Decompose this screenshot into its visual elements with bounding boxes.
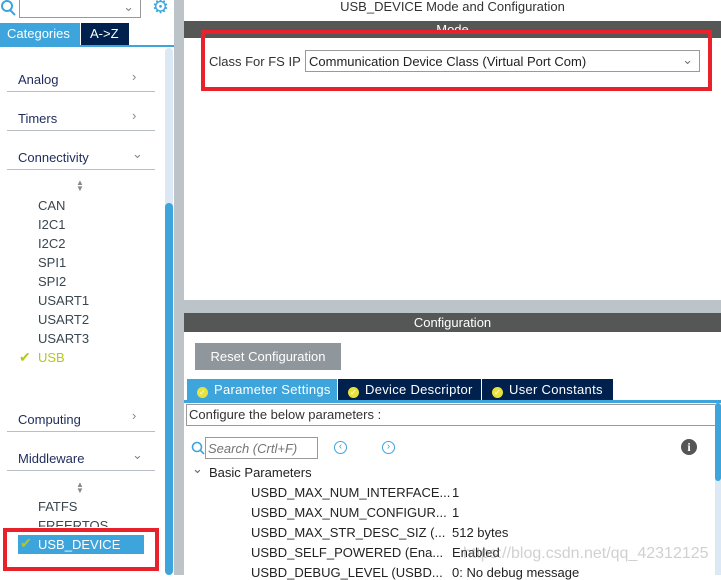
- list-item-freertos[interactable]: FREERTOS: [38, 518, 108, 527]
- gear-icon[interactable]: ⚙: [152, 0, 169, 19]
- sidebar-search-input[interactable]: ⌄: [19, 0, 141, 18]
- group-basic-parameters[interactable]: Basic Parameters: [209, 465, 312, 480]
- list-item-usb[interactable]: USB: [38, 350, 65, 365]
- chevron-right-icon: ›: [132, 108, 137, 123]
- chevron-down-icon: ⌄: [132, 146, 143, 161]
- chevron-right-icon: ›: [132, 408, 137, 423]
- param-value[interactable]: 512 bytes: [452, 525, 508, 540]
- list-item-spi1[interactable]: SPI1: [38, 255, 66, 270]
- category-analog[interactable]: Analog: [18, 72, 58, 87]
- tab-device-descriptor[interactable]: ✓ Device Descriptor: [338, 379, 481, 401]
- tab-a-z[interactable]: A->Z: [81, 23, 129, 45]
- check-circle-icon: ✓: [492, 387, 503, 398]
- param-scrollbar-thumb[interactable]: [715, 403, 721, 481]
- sort-arrows-icon[interactable]: ▲ ▼: [76, 481, 84, 495]
- tab-underline: [0, 45, 175, 47]
- page-title: USB_DEVICE Mode and Configuration: [340, 0, 565, 14]
- tab-categories[interactable]: Categories: [0, 23, 80, 45]
- divider: [7, 130, 155, 131]
- divider: [7, 91, 155, 92]
- category-timers[interactable]: Timers: [18, 111, 57, 126]
- list-item-fatfs[interactable]: FATFS: [38, 499, 77, 514]
- info-icon[interactable]: i: [681, 439, 697, 455]
- param-value[interactable]: 1: [452, 485, 459, 500]
- chevron-down-icon[interactable]: ⌄: [123, 0, 134, 15]
- tab-parameter-settings[interactable]: ✓ Parameter Settings: [187, 379, 337, 401]
- divider: [7, 431, 155, 432]
- param-name: USBD_MAX_STR_DESC_SIZ (...: [251, 525, 446, 540]
- list-item-usart2[interactable]: USART2: [38, 312, 89, 327]
- list-item-usart3[interactable]: USART3: [38, 331, 89, 346]
- param-value[interactable]: 0: No debug message: [452, 565, 579, 580]
- divider: [7, 470, 155, 471]
- check-icon: ✔: [19, 349, 31, 365]
- list-item-i2c2[interactable]: I2C2: [38, 236, 65, 251]
- chevron-right-icon: ›: [132, 69, 137, 84]
- check-circle-icon: ✓: [348, 387, 359, 398]
- sidebar-scrollbar-thumb[interactable]: [165, 203, 173, 575]
- param-name: USBD_SELF_POWERED (Ena...: [251, 545, 444, 560]
- check-circle-icon: ✓: [197, 387, 208, 398]
- previous-icon[interactable]: ‹: [334, 441, 347, 454]
- list-item-usart1[interactable]: USART1: [38, 293, 89, 308]
- param-name: USBD_MAX_NUM_INTERFACE...: [251, 485, 451, 500]
- hint-box: Configure the below parameters :: [186, 404, 717, 426]
- tab-user-constants[interactable]: ✓ User Constants: [482, 379, 613, 401]
- splitter[interactable]: [174, 0, 184, 575]
- parameter-search-input[interactable]: [205, 437, 318, 459]
- chevron-down-icon[interactable]: ⌄: [192, 461, 203, 477]
- watermark: https://blog.csdn.net/qq_42312125: [463, 545, 709, 562]
- category-middleware[interactable]: Middleware: [18, 451, 84, 466]
- chevron-down-icon: ⌄: [132, 447, 143, 462]
- search-icon: [191, 441, 205, 455]
- param-name: USBD_MAX_NUM_CONFIGUR...: [251, 505, 447, 520]
- sort-arrows-icon[interactable]: ▲ ▼: [76, 179, 84, 193]
- category-connectivity[interactable]: Connectivity: [18, 150, 89, 165]
- search-icon[interactable]: [0, 0, 18, 16]
- configuration-header: Configuration: [184, 313, 721, 332]
- list-item-can[interactable]: CAN: [38, 198, 65, 213]
- divider: [7, 169, 155, 170]
- highlight-box: [201, 30, 712, 91]
- list-item-i2c1[interactable]: I2C1: [38, 217, 65, 232]
- next-icon[interactable]: ›: [382, 441, 395, 454]
- reset-configuration-button[interactable]: Reset Configuration: [195, 343, 341, 370]
- param-name: USBD_DEBUG_LEVEL (USBD...: [251, 565, 443, 580]
- highlight-box: [3, 528, 159, 571]
- param-value[interactable]: 1: [452, 505, 459, 520]
- tab-underline: [184, 400, 721, 403]
- list-item-spi2[interactable]: SPI2: [38, 274, 66, 289]
- category-computing[interactable]: Computing: [18, 412, 81, 427]
- section-splitter[interactable]: [184, 300, 721, 313]
